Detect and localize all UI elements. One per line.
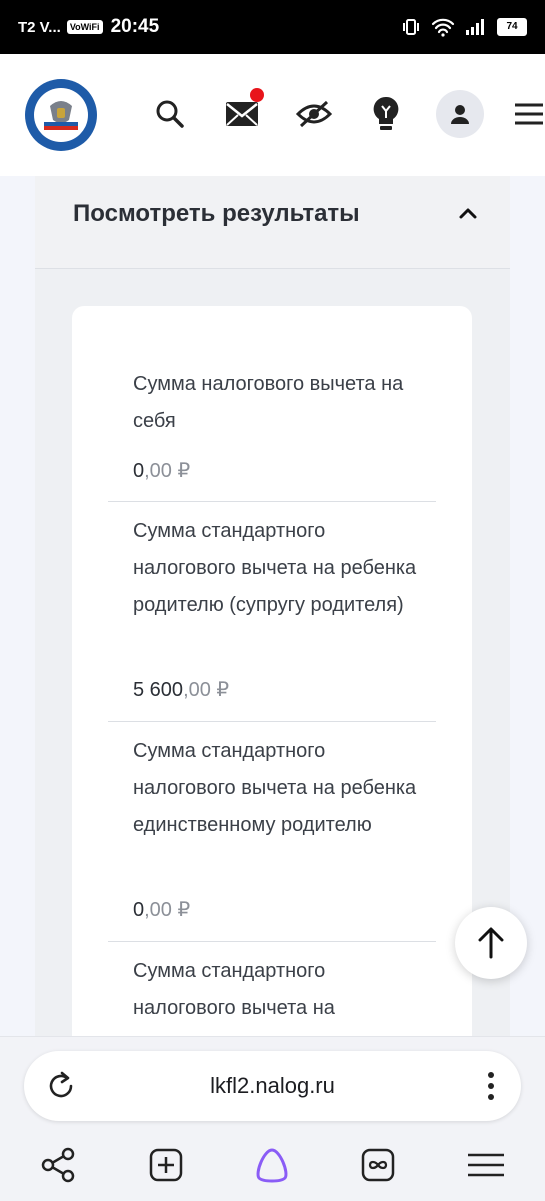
plus-square-icon <box>149 1148 183 1182</box>
hidden-eye-icon <box>296 100 332 128</box>
list-item: Сумма налогового вычета на себя 0,00 ₽ <box>108 366 436 502</box>
results-panel-header[interactable]: Посмотреть результаты <box>35 176 510 269</box>
item-label: Сумма налогового вычета на себя <box>133 373 404 432</box>
mail-icon <box>226 102 258 126</box>
menu-icon <box>515 103 543 125</box>
results-panel: Посмотреть результаты Сумма налогового в… <box>35 176 510 1066</box>
share-icon <box>41 1147 75 1183</box>
item-value: 0,00 ₽ <box>133 460 191 482</box>
vibrate-icon <box>403 19 419 35</box>
item-value: 5 600,00 ₽ <box>133 679 230 701</box>
clock: 20:45 <box>110 16 160 37</box>
item-value: 0,00 ₽ <box>133 899 191 921</box>
site-header <box>0 54 545 176</box>
tips-button[interactable] <box>362 90 410 138</box>
arrow-up-icon <box>478 927 504 959</box>
panel-title: Посмотреть результаты <box>73 200 360 227</box>
browser-toolbar: lkfl2.nalog.ru <box>0 1036 545 1201</box>
profile-icon <box>451 105 469 124</box>
more-vertical-icon[interactable] <box>487 1071 495 1101</box>
browser-nav-bar <box>0 1137 545 1197</box>
scroll-to-top-button[interactable] <box>455 907 527 979</box>
alice-icon <box>256 1148 288 1183</box>
item-label: Сумма стандартного налогового вычета на … <box>133 740 417 836</box>
messages-button[interactable] <box>218 88 266 138</box>
signal-icon <box>466 19 484 35</box>
infinity-tabs-icon <box>361 1148 395 1182</box>
item-label: Сумма стандартного налогового вычета на <box>133 960 335 1019</box>
list-item: Сумма стандартного налогового вычета на … <box>108 733 436 942</box>
list-item: Сумма стандартного налогового вычета на … <box>108 513 436 722</box>
notification-dot <box>250 88 264 102</box>
fns-logo[interactable] <box>24 78 98 152</box>
search-button[interactable] <box>146 90 194 138</box>
share-button[interactable] <box>38 1145 78 1185</box>
accessibility-button[interactable] <box>290 90 338 138</box>
carrier-name: T2 V... <box>18 18 61 36</box>
address-bar[interactable]: lkfl2.nalog.ru <box>24 1051 521 1121</box>
new-tab-button[interactable] <box>146 1145 186 1185</box>
profile-button[interactable] <box>436 90 484 138</box>
tabs-button[interactable] <box>358 1145 398 1185</box>
results-card: Сумма налогового вычета на себя 0,00 ₽ С… <box>72 306 472 1066</box>
main-menu-button[interactable] <box>508 90 545 138</box>
lightbulb-icon <box>373 96 399 130</box>
search-icon <box>156 100 184 128</box>
menu-icon <box>468 1153 504 1177</box>
battery-icon: 74 <box>497 18 527 36</box>
status-bar: T2 V... VoWiFi 20:45 74 <box>0 0 545 54</box>
browser-menu-button[interactable] <box>466 1145 506 1185</box>
url-text[interactable]: lkfl2.nalog.ru <box>24 1073 521 1099</box>
chevron-up-icon[interactable] <box>456 202 480 226</box>
wifi-icon <box>431 18 455 37</box>
item-label: Сумма стандартного налогового вычета на … <box>133 520 417 616</box>
vowifi-badge: VoWiFi <box>66 20 103 34</box>
alice-assistant-button[interactable] <box>252 1145 292 1185</box>
